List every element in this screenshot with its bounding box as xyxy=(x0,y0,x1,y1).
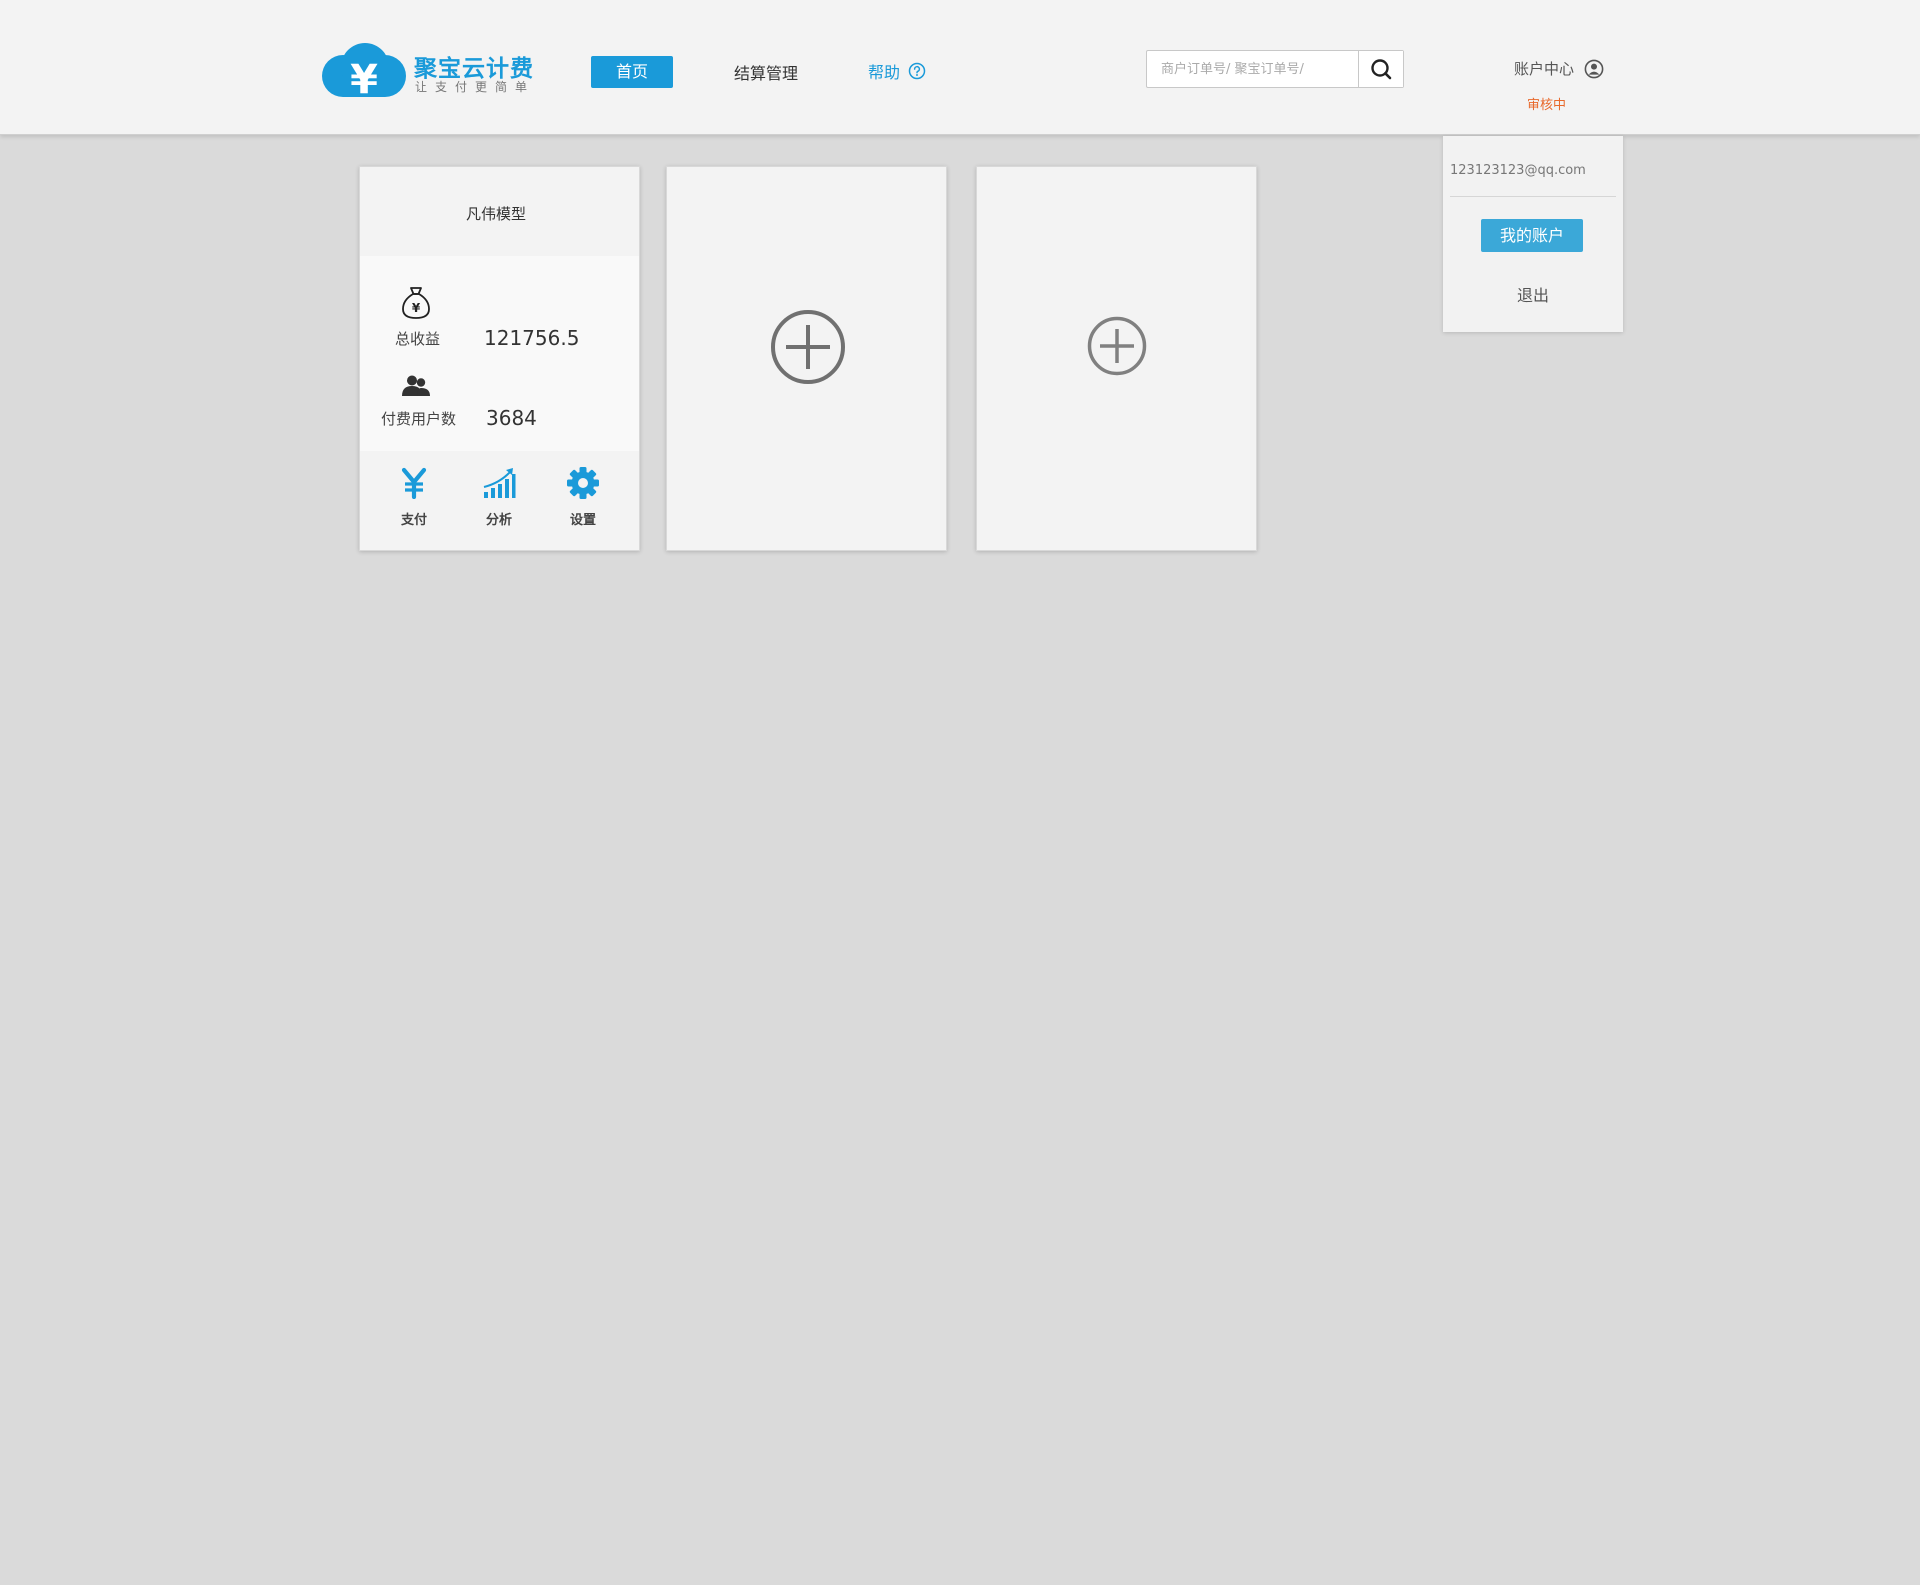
add-app-card[interactable] xyxy=(976,166,1257,551)
cloud-yen-icon: ¥ xyxy=(322,43,406,99)
search-input[interactable] xyxy=(1147,51,1359,87)
dropdown-divider xyxy=(1450,196,1616,197)
stat-paying-users: 付费用户数 3684 xyxy=(360,374,639,444)
money-bag-icon: ¥ xyxy=(402,287,430,319)
settings-label: 设置 xyxy=(569,513,596,528)
question-circle-icon xyxy=(908,62,926,80)
paying-users-value: 3684 xyxy=(486,406,537,430)
account-review-status: 审核中 xyxy=(1527,98,1567,113)
svg-text:¥: ¥ xyxy=(350,57,378,99)
account-center-label: 账户中心 xyxy=(1514,60,1575,78)
user-circle-icon xyxy=(1584,59,1604,78)
income-label: 总收益 xyxy=(395,330,441,348)
pay-action[interactable]: 支付 xyxy=(384,467,444,528)
pay-label: 支付 xyxy=(400,513,427,528)
bar-chart-icon xyxy=(483,468,516,498)
app-card-header: 凡伟模型 xyxy=(360,167,639,256)
top-header: ¥ 聚宝云计费 让支付更简单 首页 结算管理 帮助 账户中心 审核中 xyxy=(0,0,1920,135)
paying-users-label: 付费用户数 xyxy=(381,410,457,428)
nav-help-label: 帮助 xyxy=(868,63,901,82)
app-card[interactable]: 凡伟模型 ¥ 总收益 121756.5 付费用户数 3684 支付 分析 设置 xyxy=(359,166,640,551)
account-dropdown: 123123123@qq.com 我的账户 退出 xyxy=(1443,136,1623,332)
order-search xyxy=(1146,50,1404,88)
account-email: 123123123@qq.com xyxy=(1450,163,1586,178)
gear-icon xyxy=(567,467,599,499)
yen-icon xyxy=(401,467,427,500)
plus-circle-icon xyxy=(771,310,845,384)
brand-logo[interactable]: ¥ 聚宝云计费 让支付更简单 xyxy=(321,43,533,99)
settings-action[interactable]: 设置 xyxy=(553,467,613,528)
analysis-action[interactable]: 分析 xyxy=(469,467,529,528)
nav-help[interactable]: 帮助 xyxy=(868,59,926,83)
stat-total-income: ¥ 总收益 121756.5 xyxy=(360,286,639,356)
nav-home[interactable]: 首页 xyxy=(591,56,673,88)
search-button[interactable] xyxy=(1358,51,1403,87)
brand-slogan: 让支付更简单 xyxy=(415,80,536,94)
account-center-menu[interactable]: 账户中心 xyxy=(1514,58,1604,79)
add-app-card[interactable] xyxy=(666,166,947,551)
app-card-stats: ¥ 总收益 121756.5 付费用户数 3684 xyxy=(360,256,639,451)
svg-text:¥: ¥ xyxy=(412,301,421,315)
my-account-button[interactable]: 我的账户 xyxy=(1481,219,1583,252)
plus-circle-icon xyxy=(1087,316,1147,376)
analysis-label: 分析 xyxy=(485,513,512,528)
nav-settlement[interactable]: 结算管理 xyxy=(734,60,798,84)
app-name: 凡伟模型 xyxy=(465,205,526,223)
logout-link[interactable]: 退出 xyxy=(1443,282,1623,306)
users-icon xyxy=(402,375,430,396)
income-value: 121756.5 xyxy=(484,326,580,350)
search-icon xyxy=(1371,59,1392,80)
app-card-actions: 支付 分析 设置 xyxy=(360,451,639,550)
